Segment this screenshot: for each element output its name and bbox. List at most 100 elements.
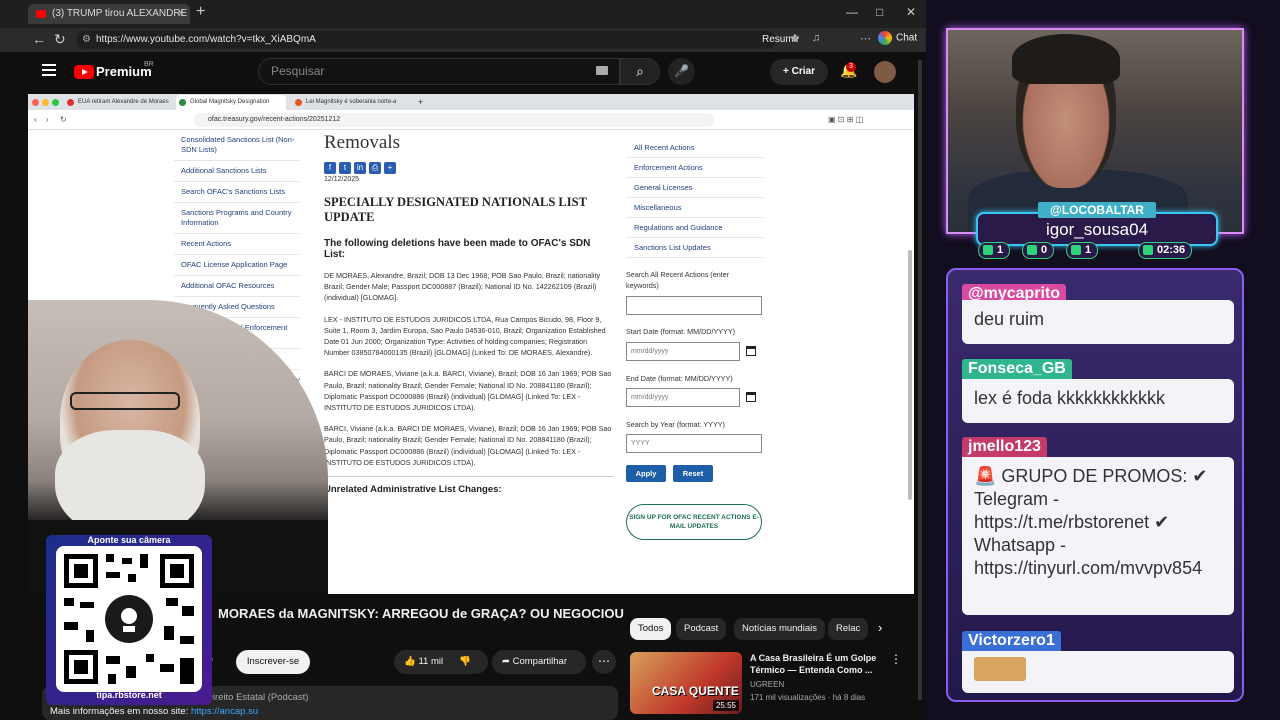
tab-favicon-icon: [295, 99, 302, 106]
menu-dots-icon[interactable]: ⋯: [860, 32, 871, 45]
inner-extensions-icon: ▣ ⊡ ⊞ ◫: [828, 115, 864, 124]
filter-chip[interactable]: Todos: [630, 618, 672, 640]
stat-refresh: 1: [1066, 242, 1099, 259]
share-button[interactable]: ➦ Compartilhar: [492, 650, 586, 674]
youtube-search-input[interactable]: Pesquisar: [258, 58, 620, 85]
end-date-label: End Date (format: MM/DD/YYYY): [626, 374, 733, 383]
inner-tab-bar: EUA retiram Alexandre de Moraes Global M…: [28, 94, 914, 110]
apply-button: Apply: [626, 465, 666, 482]
guest-glasses: [70, 392, 180, 410]
page-scrollbar[interactable]: [918, 60, 922, 700]
chat-message: [962, 651, 1234, 693]
chat-button[interactable]: Chat: [878, 31, 917, 45]
sdn-entry: LEX - INSTITUTO DE ESTUDOS JURIDICOS LTD…: [324, 314, 606, 358]
inner-tab-label: Global Magnitsky Designation: [190, 99, 270, 105]
description-site-line: Mais informações em nosso site: https://…: [50, 706, 258, 717]
notification-count-badge: 3: [846, 62, 856, 72]
left-nav-item: Additional Sanctions Lists: [174, 161, 300, 182]
tab-favicon-icon: [179, 99, 186, 106]
unrelated-heading: Unrelated Administrative List Changes:: [324, 484, 502, 496]
chat-message: lex é foda kkkkkkkkkkkk: [962, 379, 1234, 423]
description-link[interactable]: https://ancap.su: [191, 706, 258, 717]
more-actions-icon[interactable]: ⋯: [592, 650, 616, 674]
share-icon: +: [384, 162, 396, 174]
calendar-icon: [746, 392, 756, 402]
left-nav-item: Additional OFAC Resources: [174, 276, 300, 297]
right-nav-item: Miscellaneous: [626, 198, 764, 218]
left-nav-item: Sanctions Programs and Country Informati…: [174, 203, 300, 234]
chevron-right-icon[interactable]: ›: [878, 620, 882, 635]
create-button[interactable]: + Criar: [770, 59, 828, 85]
outer-tab-active[interactable]: (3) TRUMP tirou ALEXANDRE ×: [28, 4, 190, 24]
sdn-heading: SPECIALLY DESIGNATED NATIONALS LIST UPDA…: [324, 195, 587, 224]
new-tab-button[interactable]: +: [196, 3, 205, 21]
divider: [324, 476, 614, 478]
inner-address-bar: ‹ › ↻ ofac.treasury.gov/recent-actions/2…: [28, 110, 914, 130]
related-video-thumbnail[interactable]: CASA QUENTE 25:55: [630, 652, 742, 714]
search-icon: ⌕: [636, 63, 644, 79]
post-date: 12/12/2025: [324, 176, 360, 183]
outer-url-text: https://www.youtube.com/watch?v=tkx_XiAB…: [96, 34, 316, 45]
right-nav-item: Sanctions List Updates: [626, 238, 764, 258]
search-button[interactable]: ⌕: [620, 58, 660, 85]
reload-icon[interactable]: ↻: [54, 31, 66, 48]
related-video-channel: UGREEN: [750, 680, 785, 689]
right-nav-item: General Licenses: [626, 178, 764, 198]
share-icons: f t in ⎙ +: [324, 162, 614, 174]
refresh-icon: [1071, 245, 1081, 255]
outer-tab-bar: (3) TRUMP tirou ALEXANDRE × + — □ ✕: [0, 0, 926, 28]
keyboard-icon[interactable]: [596, 66, 608, 75]
duration-badge: 25:55: [712, 700, 739, 711]
avatar[interactable]: [874, 61, 896, 83]
sdn-entry: DE MORAES, Alexandre, Brazil; DOB 13 Dec…: [324, 271, 601, 303]
chat-message: 🚨 GRUPO DE PROMOS: ✔ Telegram - https://…: [962, 457, 1234, 615]
close-window-button[interactable]: ✕: [906, 5, 916, 19]
inner-back-icon: ‹: [34, 115, 37, 124]
inner-url-text: ofac.treasury.gov/recent-actions/2025121…: [208, 116, 341, 123]
chat-bubble-icon: [983, 245, 993, 255]
related-more-icon[interactable]: ⋮: [890, 652, 902, 666]
calendar-icon: [746, 346, 756, 356]
site-info-icon[interactable]: ⚙: [82, 31, 91, 49]
left-nav-item: Search OFAC's Sanctions Lists: [174, 182, 300, 203]
outer-address-bar: ← ↻ ⚙ https://www.youtube.com/watch?v=tkx…: [0, 28, 926, 52]
stat-value: 02:36: [1157, 244, 1186, 256]
sdn-entry: BARCI DE MORAES, Viviane (a.k.a. BARCI, …: [324, 369, 612, 413]
like-button[interactable]: 👍 11 mil 👎: [394, 650, 488, 674]
region-label: BR: [144, 61, 154, 68]
hamburger-menu-icon[interactable]: [42, 64, 56, 66]
media-icon[interactable]: ♫: [812, 32, 820, 44]
filter-chip[interactable]: Podcast: [676, 618, 727, 640]
video-title: MORAES da MAGNITSKY: ARREGOU de GRAÇA? O…: [218, 606, 624, 621]
deletions-heading: The following deletions have been made t…: [324, 238, 591, 260]
subscribe-button[interactable]: Inscrever-se: [236, 650, 310, 674]
share-arrow-icon: ➦: [502, 656, 513, 667]
related-video-title[interactable]: A Casa Brasileira É um Golpe Térmico — E…: [750, 652, 880, 676]
minimize-button[interactable]: —: [846, 5, 858, 19]
start-date-label: Start Date (format: MM/DD/YYYY): [626, 327, 736, 336]
thumbs-down-icon[interactable]: 👎: [459, 656, 471, 667]
maximize-button[interactable]: □: [876, 5, 883, 19]
clock-icon: [1143, 245, 1153, 255]
traffic-light-close-icon: [32, 99, 39, 106]
youtube-logo-icon[interactable]: [74, 65, 94, 79]
reset-button: Reset: [673, 465, 713, 482]
back-arrow-icon[interactable]: ←: [32, 31, 46, 47]
filter-chip[interactable]: Relac: [828, 618, 869, 640]
traffic-light-minimize-icon: [42, 99, 49, 106]
outer-url-field[interactable]: ⚙ https://www.youtube.com/watch?v=tkx_XiA…: [76, 31, 799, 49]
streamer-hair: [1012, 34, 1120, 84]
microphone-icon[interactable]: 🎤: [668, 58, 695, 85]
year-input: YYYY: [626, 434, 762, 453]
extensions-icon[interactable]: ❖: [790, 32, 800, 45]
end-date-input: mm/dd/yyyy: [626, 388, 740, 407]
description-prefix: Mais informações em nosso site:: [50, 706, 189, 717]
tab-close-icon[interactable]: ×: [178, 4, 184, 24]
inner-tab-3: Lei Magnitsky é soberania norte-a: [292, 95, 400, 110]
inner-tab-label: EUA retiram Alexandre de Moraes: [78, 99, 169, 105]
tab-favicon-icon: [67, 99, 74, 106]
chat-message: deu ruim: [962, 300, 1234, 344]
filter-chip[interactable]: Notícias mundiais: [734, 618, 825, 640]
chat-username: Victorzero1: [962, 631, 1061, 651]
copilot-icon: [878, 31, 892, 45]
